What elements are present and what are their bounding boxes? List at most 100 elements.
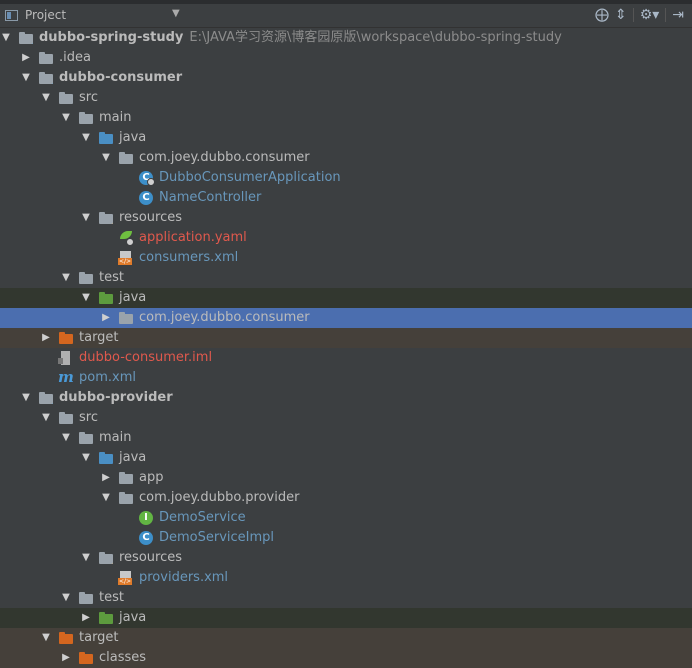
package-icon xyxy=(118,491,134,505)
expanded-arrow-icon[interactable]: ▼ xyxy=(40,408,52,428)
hide-icon[interactable]: ⇥ xyxy=(672,7,684,23)
tree-node-label: main xyxy=(99,430,132,445)
tree-row-r8[interactable]: C NameController xyxy=(0,188,692,208)
expanded-arrow-icon[interactable]: ▼ xyxy=(60,108,72,128)
package-icon xyxy=(118,151,134,165)
tree-row-r9[interactable]: ▼ resources xyxy=(0,208,692,228)
tree-row-r20[interactable]: ▼ main xyxy=(0,428,692,448)
excluded-folder-icon xyxy=(58,331,74,345)
tree-node-label: test xyxy=(99,590,124,605)
tree-node-label: consumers.xml xyxy=(139,250,239,265)
tree-node-label: com.joey.dubbo.consumer xyxy=(139,310,310,325)
tree-node-label: java xyxy=(119,130,147,145)
tree-node-label: app xyxy=(139,470,164,485)
tree-row-r16[interactable]: dubbo-consumer.iml xyxy=(0,348,692,368)
tree-node-label: providers.xml xyxy=(139,570,229,585)
source-folder-icon xyxy=(98,131,114,145)
tree-row-r23[interactable]: ▼ com.joey.dubbo.provider xyxy=(0,488,692,508)
chevron-down-icon[interactable]: ▼ xyxy=(172,8,180,19)
expanded-arrow-icon[interactable]: ▼ xyxy=(20,68,32,88)
tree-row-r22[interactable]: ▶ app xyxy=(0,468,692,488)
expanded-arrow-icon[interactable]: ▼ xyxy=(0,28,12,48)
yaml-file-icon xyxy=(118,231,134,246)
tree-row-r31[interactable]: ▶ classes xyxy=(0,648,692,668)
expanded-arrow-icon[interactable]: ▼ xyxy=(100,488,112,508)
tree-node-label: resources xyxy=(119,210,183,225)
expanded-arrow-icon[interactable]: ▼ xyxy=(60,588,72,608)
collapsed-arrow-icon[interactable]: ▶ xyxy=(80,608,92,628)
tree-row-r2[interactable]: ▼ dubbo-consumer xyxy=(0,68,692,88)
project-tool-window-header: Project ▼ ⨁ ⇕ ⚙▾ ⇥ xyxy=(0,4,692,28)
tree-row-r6[interactable]: ▼ com.joey.dubbo.consumer xyxy=(0,148,692,168)
module-folder-icon xyxy=(18,31,34,45)
tree-node-label: dubbo-consumer xyxy=(59,70,183,85)
tree-row-r11[interactable]: </> consumers.xml xyxy=(0,248,692,268)
tree-row-r27[interactable]: </> providers.xml xyxy=(0,568,692,588)
collapsed-arrow-icon[interactable]: ▶ xyxy=(100,468,112,488)
tree-row-r1[interactable]: ▶ .idea xyxy=(0,48,692,68)
expanded-arrow-icon[interactable]: ▼ xyxy=(60,428,72,448)
collapsed-arrow-icon[interactable]: ▶ xyxy=(20,48,32,68)
tree-row-r30[interactable]: ▼ target xyxy=(0,628,692,648)
tree-row-r24[interactable]: I DemoService xyxy=(0,508,692,528)
tree-row-r15[interactable]: ▶ target xyxy=(0,328,692,348)
tree-row-r28[interactable]: ▼ test xyxy=(0,588,692,608)
tree-row-r14[interactable]: ▶ com.joey.dubbo.consumer xyxy=(0,308,692,328)
tree-node-label: dubbo-provider xyxy=(59,390,173,405)
tree-node-label: src xyxy=(79,90,98,105)
expanded-arrow-icon[interactable]: ▼ xyxy=(80,288,92,308)
expanded-arrow-icon[interactable]: ▼ xyxy=(80,128,92,148)
expanded-arrow-icon[interactable]: ▼ xyxy=(20,388,32,408)
folder-icon xyxy=(78,111,94,125)
tree-node-label: java xyxy=(119,450,147,465)
tree-node-label: dubbo-consumer.iml xyxy=(79,350,213,365)
tree-row-r3[interactable]: ▼ src xyxy=(0,88,692,108)
tree-row-r26[interactable]: ▼ resources xyxy=(0,548,692,568)
tree-row-r19[interactable]: ▼ src xyxy=(0,408,692,428)
tree-node-label: .idea xyxy=(59,50,91,65)
tree-node-label: src xyxy=(79,410,98,425)
expanded-arrow-icon[interactable]: ▼ xyxy=(80,448,92,468)
expanded-arrow-icon[interactable]: ▼ xyxy=(80,548,92,568)
tree-row-r18[interactable]: ▼ dubbo-provider xyxy=(0,388,692,408)
gear-icon[interactable]: ⚙▾ xyxy=(640,7,660,23)
expanded-arrow-icon[interactable]: ▼ xyxy=(40,88,52,108)
expanded-arrow-icon[interactable]: ▼ xyxy=(100,148,112,168)
test-source-folder-icon xyxy=(98,611,114,625)
target-icon[interactable]: ⨁ xyxy=(595,7,609,23)
tree-row-r5[interactable]: ▼ java xyxy=(0,128,692,148)
tree-row-r21[interactable]: ▼ java xyxy=(0,448,692,468)
tree-row-r7[interactable]: C DubboConsumerApplication xyxy=(0,168,692,188)
collapsed-arrow-icon[interactable]: ▶ xyxy=(40,328,52,348)
tree-row-r25[interactable]: C DemoServiceImpl xyxy=(0,528,692,548)
collapsed-arrow-icon[interactable]: ▶ xyxy=(100,308,112,328)
spring-boot-class-icon: C xyxy=(139,171,155,186)
tree-row-r12[interactable]: ▼ test xyxy=(0,268,692,288)
tree-node-label: target xyxy=(79,330,119,345)
tree-row-r17[interactable]: m pom.xml xyxy=(0,368,692,388)
tree-row-r10[interactable]: application.yaml xyxy=(0,228,692,248)
project-view-selector[interactable]: Project xyxy=(25,8,66,22)
expanded-arrow-icon[interactable]: ▼ xyxy=(80,208,92,228)
tree-row-r13[interactable]: ▼ java xyxy=(0,288,692,308)
folder-icon xyxy=(38,51,54,65)
expanded-arrow-icon[interactable]: ▼ xyxy=(40,628,52,648)
tree-node-label: DemoServiceImpl xyxy=(159,530,275,545)
tree-row-r0[interactable]: ▼ dubbo-spring-study E:\JAVA学习资源\博客园原版\wor… xyxy=(0,28,692,48)
tree-node-label: application.yaml xyxy=(139,230,247,245)
tree-row-r4[interactable]: ▼ main xyxy=(0,108,692,128)
excluded-folder-icon xyxy=(58,631,74,645)
module-folder-icon xyxy=(38,71,54,85)
package-icon xyxy=(118,471,134,485)
collapse-icon[interactable]: ⇕ xyxy=(615,7,627,23)
tree-node-label: dubbo-spring-study xyxy=(39,30,184,45)
folder-icon xyxy=(78,431,94,445)
tree-node-label-wrap: dubbo-spring-study E:\JAVA学习资源\博客园原版\work… xyxy=(39,28,562,48)
collapsed-arrow-icon[interactable]: ▶ xyxy=(60,648,72,668)
tree-row-r29[interactable]: ▶ java xyxy=(0,608,692,628)
expanded-arrow-icon[interactable]: ▼ xyxy=(60,268,72,288)
source-folder-icon xyxy=(98,451,114,465)
module-folder-icon xyxy=(38,391,54,405)
resources-folder-icon xyxy=(98,211,114,225)
tree-node-label: resources xyxy=(119,550,183,565)
